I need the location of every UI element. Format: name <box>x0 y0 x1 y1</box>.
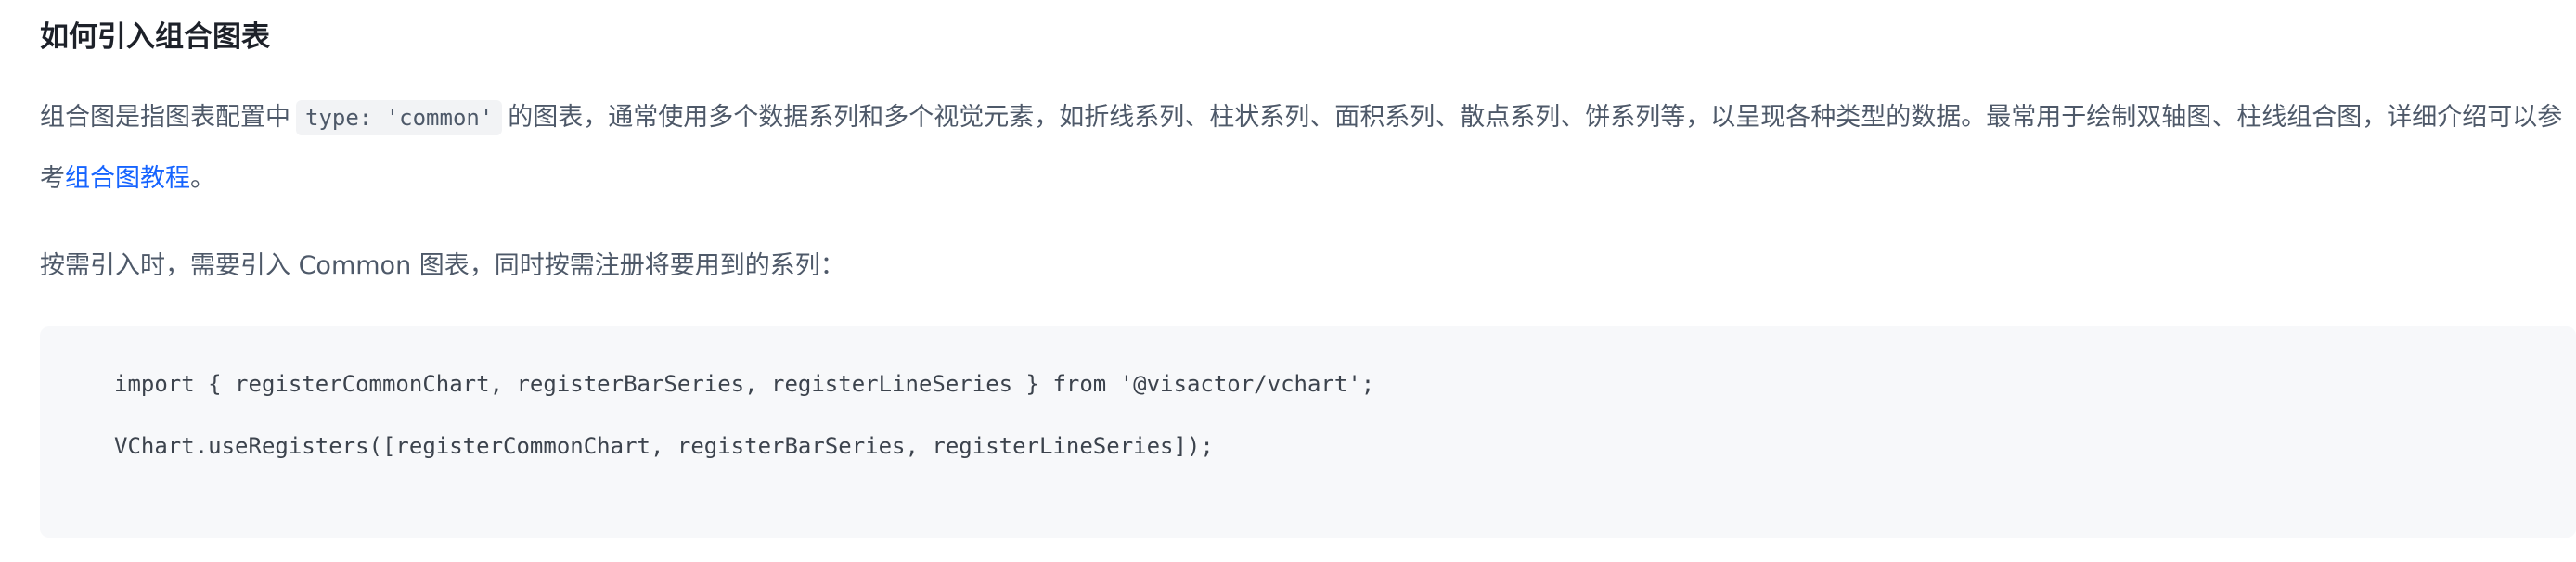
intro-suffix: 。 <box>190 164 215 193</box>
section-heading: 如何引入组合图表 <box>40 20 270 54</box>
code-line-use-registers: VChart.useRegisters([registerCommonChart… <box>114 433 1214 459</box>
intro-paragraph: 组合图是指图表配置中 type: 'common' 的图表，通常使用多个数据系列和多… <box>40 87 2564 210</box>
inline-code-type-common: type: 'common' <box>296 100 503 135</box>
intro-prefix: 组合图是指图表配置中 <box>40 103 290 132</box>
code-line-import: import { registerCommonChart, registerBa… <box>114 371 1375 397</box>
common-chart-tutorial-link[interactable]: 组合图教程 <box>65 164 190 193</box>
code-block: import { registerCommonChart, registerBa… <box>40 326 2576 538</box>
instruction-paragraph: 按需引入时，需要引入 Common 图表，同时按需注册将要用到的系列： <box>40 251 845 280</box>
